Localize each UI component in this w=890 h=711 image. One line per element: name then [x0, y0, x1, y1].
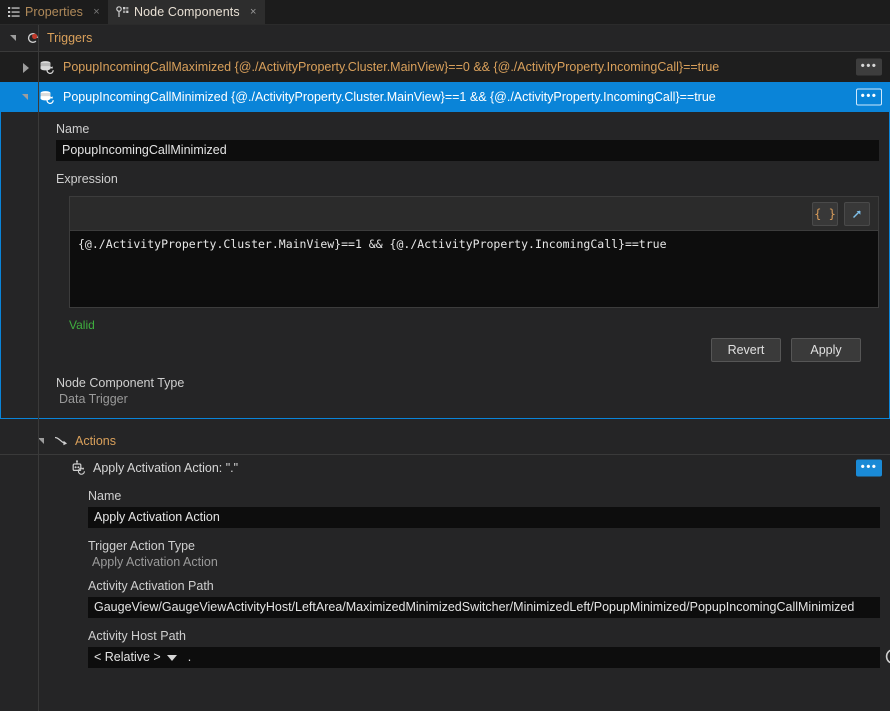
node-components-panel: Properties × Node Components × Triggers … — [0, 0, 890, 711]
trigger-name-input[interactable]: PopupIncomingCallMinimized — [56, 140, 879, 161]
trigger-name-label: Name — [56, 122, 90, 136]
tab-node-components[interactable]: Node Components × — [107, 0, 265, 24]
data-trigger-icon — [39, 90, 55, 105]
trigger-row-minimized[interactable]: PopupIncomingCallMinimized {@./ActivityP… — [0, 82, 890, 112]
panel-body: Triggers PopupIncomingCallMaximized {@./… — [0, 25, 890, 711]
tab-bar-filler — [264, 0, 890, 24]
actions-indent-guide — [38, 25, 39, 711]
trigger-detail-pane: Name PopupIncomingCallMinimized Expressi… — [0, 112, 890, 419]
expression-validation-status: Valid — [69, 318, 95, 332]
activity-activation-path-input[interactable]: GaugeView/GaugeViewActivityHost/LeftArea… — [88, 597, 880, 618]
tab-properties-label: Properties — [25, 5, 83, 19]
action-arrow-icon — [54, 435, 68, 447]
expression-toolbar: { } — [69, 196, 879, 230]
expression-button-row: Revert Apply — [1, 332, 889, 362]
action-item-header[interactable]: Apply Activation Action: "." ••• — [0, 455, 890, 481]
list-icon — [8, 6, 20, 18]
open-external-icon — [851, 208, 863, 220]
action-item-header-label: Apply Activation Action: "." — [93, 461, 239, 475]
revert-button[interactable]: Revert — [711, 338, 781, 362]
trigger-row-maximized-menu-button[interactable]: ••• — [856, 58, 882, 76]
tab-node-components-close-icon[interactable]: × — [248, 6, 259, 18]
trigger-row-minimized-twisty-icon[interactable] — [22, 93, 31, 102]
actions-twisty-icon[interactable] — [38, 437, 47, 446]
triggers-twisty-icon[interactable] — [10, 34, 19, 43]
tab-bar: Properties × Node Components × — [0, 0, 890, 25]
apply-button[interactable]: Apply — [791, 338, 861, 362]
activity-host-path-mode-value: < Relative > — [94, 650, 161, 664]
expression-expand-button[interactable] — [844, 201, 870, 226]
trigger-action-type-value: Apply Activation Action — [92, 555, 218, 569]
node-components-icon — [116, 6, 129, 18]
data-trigger-icon — [39, 60, 55, 75]
node-component-type-label: Node Component Type — [56, 376, 185, 390]
activity-host-path-label: Activity Host Path — [88, 629, 186, 643]
activity-host-path-row: < Relative > . — [88, 647, 890, 668]
expression-braces-button[interactable]: { } — [812, 201, 838, 226]
activity-activation-path-label: Activity Activation Path — [88, 579, 214, 593]
section-header-actions[interactable]: Actions — [0, 428, 890, 454]
section-header-triggers[interactable]: Triggers — [0, 25, 890, 51]
activation-action-icon — [70, 460, 86, 476]
expression-textarea[interactable]: {@./ActivityProperty.Cluster.MainView}==… — [69, 230, 879, 308]
trigger-row-maximized-text: PopupIncomingCallMaximized {@./ActivityP… — [63, 60, 720, 74]
trigger-expression-label: Expression — [56, 172, 118, 186]
tab-properties-close-icon[interactable]: × — [91, 6, 102, 18]
action-name-input[interactable]: Apply Activation Action — [88, 507, 880, 528]
activity-host-path-input[interactable]: . — [182, 647, 880, 668]
tab-node-components-label: Node Components — [133, 5, 240, 19]
section-header-triggers-label: Triggers — [47, 31, 93, 45]
section-header-actions-label: Actions — [75, 434, 116, 448]
trigger-row-minimized-menu-button[interactable]: ••• — [856, 88, 882, 106]
braces-icon: { } — [814, 206, 836, 221]
node-component-type-value: Data Trigger — [59, 392, 128, 406]
action-item-body: Name Apply Activation Action Trigger Act… — [0, 481, 890, 672]
reset-circle-arrow-icon[interactable] — [885, 648, 890, 668]
trigger-row-maximized-twisty-icon[interactable] — [22, 62, 31, 73]
action-item-menu-button[interactable]: ••• — [856, 459, 882, 477]
activity-host-path-mode-select[interactable]: < Relative > — [88, 647, 183, 668]
expression-editor: { } {@./ActivityProperty.Cluster.MainVie… — [69, 196, 879, 308]
trigger-row-maximized[interactable]: PopupIncomingCallMaximized {@./ActivityP… — [0, 52, 890, 82]
trigger-row-minimized-text: PopupIncomingCallMinimized {@./ActivityP… — [63, 90, 716, 104]
chevron-down-icon — [166, 654, 177, 661]
action-name-label: Name — [88, 489, 122, 503]
trigger-action-type-label: Trigger Action Type — [88, 539, 196, 553]
tab-properties[interactable]: Properties × — [0, 0, 108, 24]
